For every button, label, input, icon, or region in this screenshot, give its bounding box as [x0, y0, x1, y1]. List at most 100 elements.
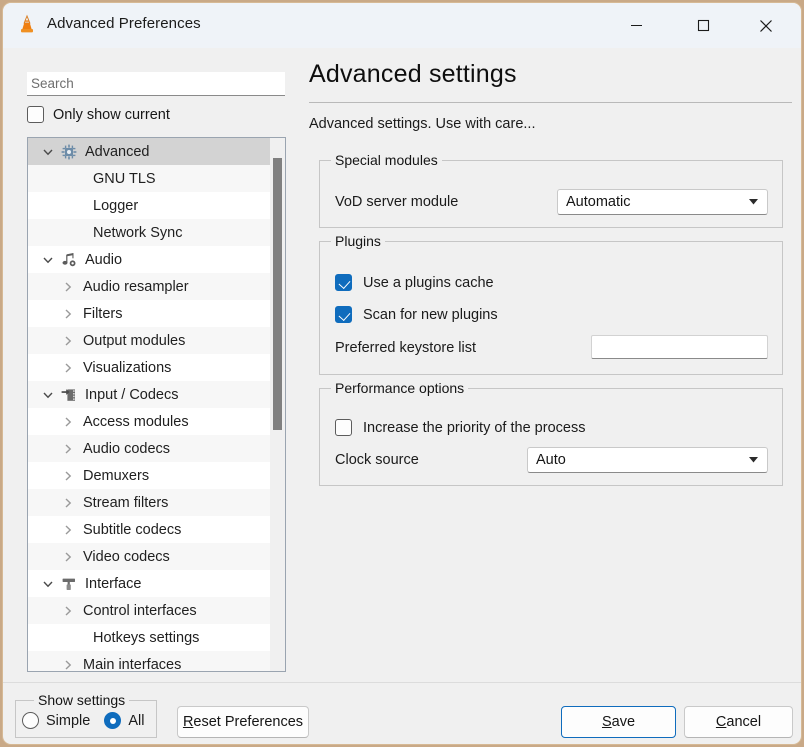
increase-priority-checkbox[interactable] [335, 419, 352, 436]
tree-item-hotkeys-settings[interactable]: Hotkeys settings [28, 624, 285, 651]
maximize-icon [697, 19, 710, 32]
chevron-down-icon[interactable] [38, 254, 58, 266]
minimize-icon [630, 19, 643, 32]
scan-new-plugins-checkbox[interactable] [335, 306, 352, 323]
clock-source-select[interactable]: Auto [527, 447, 768, 473]
tree-item-label: Access modules [78, 414, 189, 430]
minimize-button[interactable] [613, 3, 660, 48]
save-accel-letter: S [602, 714, 612, 730]
cancel-accel-letter: C [716, 714, 726, 730]
tree-item-network-sync[interactable]: Network Sync [28, 219, 285, 246]
chevron-right-icon[interactable] [58, 362, 78, 374]
tree-item-label: Stream filters [78, 495, 168, 511]
tree-item-interface[interactable]: Interface [28, 570, 285, 597]
tree-item-label: GNU TLS [88, 171, 156, 187]
tree-item-advanced[interactable]: Advanced [28, 138, 285, 165]
tree-item-main-interfaces[interactable]: Main interfaces [28, 651, 285, 672]
tree-item-label: Network Sync [88, 225, 182, 241]
vod-server-module-value: Automatic [566, 194, 747, 210]
maximize-button[interactable] [680, 3, 727, 48]
tree-item-audio-resampler[interactable]: Audio resampler [28, 273, 285, 300]
increase-priority-row[interactable]: Increase the priority of the process [335, 419, 585, 436]
vod-server-module-label: VoD server module [335, 194, 458, 210]
chevron-right-icon[interactable] [58, 335, 78, 347]
music-gear-icon [58, 252, 80, 268]
only-show-current-row[interactable]: Only show current [27, 106, 170, 123]
chevron-right-icon[interactable] [58, 605, 78, 617]
chevron-down-icon[interactable] [38, 389, 58, 401]
radio-all-label: All [128, 713, 144, 729]
tree-item-label: Visualizations [78, 360, 171, 376]
plugins-title: Plugins [331, 233, 385, 249]
tree-item-label: Audio [80, 252, 122, 268]
tree-item-label: Audio resampler [78, 279, 189, 295]
show-settings-radio-group[interactable]: Simple All [22, 712, 144, 729]
tree-item-stream-filters[interactable]: Stream filters [28, 489, 285, 516]
reset-preferences-button[interactable]: Reset Preferences [177, 706, 309, 738]
window-title: Advanced Preferences [47, 15, 201, 32]
save-button[interactable]: Save [561, 706, 676, 738]
scan-new-plugins-row[interactable]: Scan for new plugins [335, 306, 498, 323]
tree-item-filters[interactable]: Filters [28, 300, 285, 327]
chevron-right-icon[interactable] [58, 497, 78, 509]
tree-item-label: Interface [80, 576, 141, 592]
reset-label-rest: eset Preferences [193, 714, 303, 730]
tree-item-subtitle-codecs[interactable]: Subtitle codecs [28, 516, 285, 543]
show-settings-title: Show settings [34, 692, 129, 708]
tree-item-control-interfaces[interactable]: Control interfaces [28, 597, 285, 624]
chevron-right-icon[interactable] [58, 659, 78, 671]
tree-item-audio[interactable]: Audio [28, 246, 285, 273]
tree-item-demuxers[interactable]: Demuxers [28, 462, 285, 489]
vod-server-module-select[interactable]: Automatic [557, 189, 768, 215]
close-button[interactable] [742, 3, 789, 48]
tree-item-label: Input / Codecs [80, 387, 179, 403]
tree-item-input-codecs[interactable]: Input / Codecs [28, 381, 285, 408]
film-input-icon [58, 387, 80, 403]
use-plugins-cache-checkbox[interactable] [335, 274, 352, 291]
settings-tree[interactable]: Advanced GNU TLS Logger Network Sync Audio Au… [27, 137, 286, 672]
tree-item-gnu-tls[interactable]: GNU TLS [28, 165, 285, 192]
tree-item-access-modules[interactable]: Access modules [28, 408, 285, 435]
tree-item-output-modules[interactable]: Output modules [28, 327, 285, 354]
chevron-right-icon[interactable] [58, 551, 78, 563]
page-title: Advanced settings [309, 60, 517, 89]
tree-item-label: Advanced [80, 144, 150, 160]
chevron-right-icon[interactable] [58, 524, 78, 536]
save-label-rest: ave [612, 714, 635, 730]
chevron-right-icon[interactable] [58, 308, 78, 320]
use-plugins-cache-row[interactable]: Use a plugins cache [335, 274, 494, 291]
page-description: Advanced settings. Use with care... [309, 116, 535, 132]
chevron-right-icon[interactable] [58, 443, 78, 455]
tree-scrollbar-track[interactable] [270, 138, 285, 671]
clock-source-value: Auto [536, 452, 747, 468]
cancel-button[interactable]: Cancel [684, 706, 793, 738]
cancel-label-rest: ancel [726, 714, 761, 730]
tree-item-audio-codecs[interactable]: Audio codecs [28, 435, 285, 462]
only-show-current-checkbox[interactable] [27, 106, 44, 123]
chip-gear-icon [58, 144, 80, 160]
scan-new-plugins-label: Scan for new plugins [363, 307, 498, 323]
radio-simple[interactable] [22, 712, 39, 729]
close-icon [759, 19, 773, 33]
footer-divider [3, 682, 801, 683]
search-input[interactable] [27, 72, 285, 96]
radio-simple-label: Simple [46, 713, 90, 729]
tree-item-visualizations[interactable]: Visualizations [28, 354, 285, 381]
chevron-down-icon[interactable] [38, 146, 58, 158]
tree-scrollbar-thumb[interactable] [273, 158, 282, 430]
tree-item-label: Hotkeys settings [88, 630, 199, 646]
chevron-right-icon[interactable] [58, 470, 78, 482]
tree-item-label: Control interfaces [78, 603, 197, 619]
chevron-down-icon[interactable] [38, 578, 58, 590]
chevron-right-icon[interactable] [58, 416, 78, 428]
preferred-keystore-input[interactable] [591, 335, 768, 359]
vlc-cone-icon [15, 13, 39, 37]
radio-all[interactable] [104, 712, 121, 729]
special-modules-title: Special modules [331, 152, 442, 168]
tree-item-label: Logger [88, 198, 138, 214]
tree-item-video-codecs[interactable]: Video codecs [28, 543, 285, 570]
tree-item-logger[interactable]: Logger [28, 192, 285, 219]
tree-item-label: Filters [78, 306, 122, 322]
chevron-right-icon[interactable] [58, 281, 78, 293]
tree-item-label: Subtitle codecs [78, 522, 181, 538]
